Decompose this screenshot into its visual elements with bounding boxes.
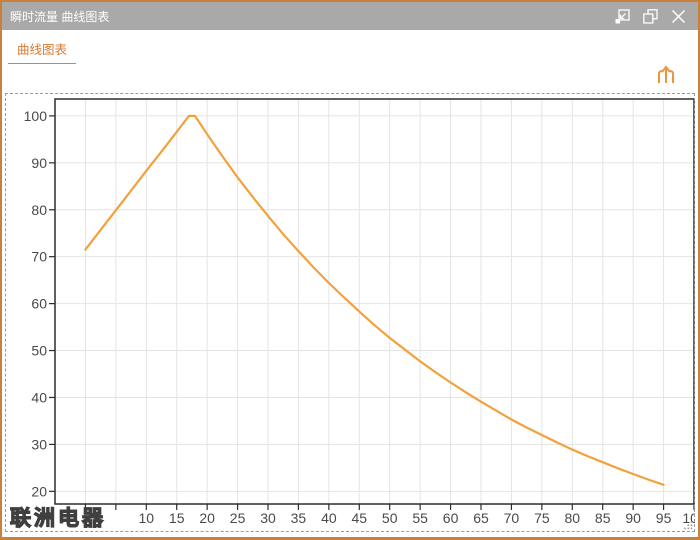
x-tick-label: 25 xyxy=(230,510,246,526)
x-tick-label: 95 xyxy=(656,510,672,526)
x-tick-label: 55 xyxy=(412,510,428,526)
y-tick-label: 70 xyxy=(31,249,47,265)
chart-panel: 20 30 40 50 60 70 80 90 100 10 15 20 25 30 35 40 45 50 55 6… xyxy=(5,93,695,532)
y-tick-label: 60 xyxy=(31,296,47,312)
restore-windows-icon[interactable] xyxy=(643,9,658,24)
y-tick-label: 20 xyxy=(31,483,47,499)
x-tick-label: 75 xyxy=(534,510,550,526)
x-tick-label: 10 xyxy=(138,510,154,526)
y-tick-label: 50 xyxy=(31,343,47,359)
tab-curve-chart[interactable]: 曲线图表 xyxy=(8,39,76,64)
x-tick-label: 70 xyxy=(504,510,520,526)
watermark-text: 联洲电器 xyxy=(10,502,106,532)
undock-arrow-icon[interactable] xyxy=(615,9,630,24)
x-tick-label: 15 xyxy=(169,510,185,526)
x-tick-label: 20 xyxy=(199,510,215,526)
x-tick-label: 80 xyxy=(564,510,580,526)
x-tick-label: 35 xyxy=(291,510,307,526)
plot-border xyxy=(55,99,694,504)
x-tick-label: 60 xyxy=(443,510,459,526)
export-up-arrow-icon[interactable] xyxy=(654,63,678,87)
x-tick-label: 90 xyxy=(625,510,641,526)
window-title: 瞬时流量 曲线图表 xyxy=(10,8,615,25)
x-tick-label: 45 xyxy=(351,510,367,526)
y-tick-label: 80 xyxy=(31,202,47,218)
y-tick-label: 40 xyxy=(31,389,47,405)
x-tick-label: 65 xyxy=(473,510,489,526)
flow-curve-line xyxy=(85,116,663,485)
resize-grip[interactable] xyxy=(683,520,693,530)
flow-curve-chart: 20 30 40 50 60 70 80 90 100 10 15 20 25 30 35 40 45 50 55 6… xyxy=(5,93,695,532)
close-x-icon[interactable] xyxy=(671,9,686,24)
y-tick-label: 30 xyxy=(31,436,47,452)
x-tick-label: 50 xyxy=(382,510,398,526)
tab-strip: 曲线图表 xyxy=(2,30,698,62)
app-window: 瞬时流量 曲线图表 曲线图表 203 xyxy=(0,0,700,540)
x-tick-label: 30 xyxy=(260,510,276,526)
y-tick-label: 90 xyxy=(31,155,47,171)
x-tick-label: 40 xyxy=(321,510,337,526)
x-tick-label: 85 xyxy=(595,510,611,526)
titlebar[interactable]: 瞬时流量 曲线图表 xyxy=(2,2,698,30)
y-tick-label: 100 xyxy=(24,108,48,124)
window-controls xyxy=(615,9,686,24)
